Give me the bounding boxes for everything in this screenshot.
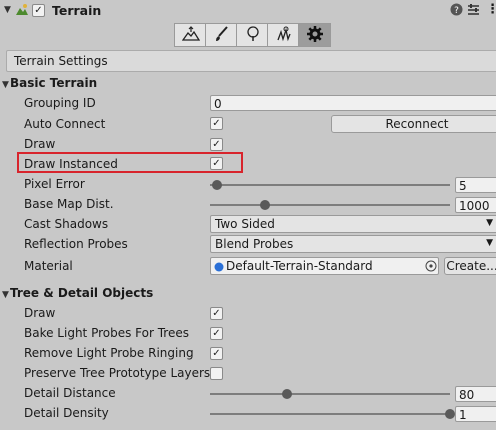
tree-detail-foldout-icon[interactable]: ▼	[2, 290, 9, 300]
settings-bar: Terrain Settings	[6, 50, 496, 72]
component-enabled-checkbox[interactable]: ✓	[32, 4, 45, 17]
auto-connect-checkbox[interactable]: ✓	[210, 117, 223, 130]
tree-draw-checkbox[interactable]: ✓	[210, 307, 223, 320]
cast-shadows-label: Cast Shadows	[24, 217, 109, 231]
bake-light-probes-checkbox[interactable]: ✓	[210, 327, 223, 340]
svg-text:?: ?	[454, 6, 459, 16]
grouping-id-field[interactable]: 0	[210, 95, 496, 111]
terrain-tool-toolbar	[174, 23, 332, 47]
create-material-button[interactable]: Create...	[444, 257, 496, 275]
pixel-error-slider[interactable]	[210, 184, 450, 186]
material-sphere-icon	[214, 261, 224, 275]
detail-density-slider[interactable]	[210, 413, 450, 415]
reflection-probes-dropdown[interactable]: Blend Probes ▼	[210, 235, 496, 253]
detail-distance-label: Detail Distance	[24, 386, 116, 400]
kebab-icon[interactable]: ⋮	[486, 2, 496, 17]
component-header: ▼ ✓ Terrain ? ⋮	[0, 0, 496, 22]
terrain-settings-button[interactable]	[298, 23, 331, 47]
presets-icon[interactable]	[467, 3, 480, 19]
bake-light-probes-label: Bake Light Probes For Trees	[24, 326, 189, 340]
detail-density-slider-thumb[interactable]	[445, 409, 455, 419]
preserve-layers-checkbox[interactable]	[210, 367, 223, 380]
paint-trees-button[interactable]	[236, 23, 269, 47]
paint-details-icon	[275, 26, 293, 45]
material-object-field[interactable]: Default-Terrain-Standard	[210, 257, 439, 275]
draw-checkbox[interactable]: ✓	[210, 138, 223, 151]
settings-gear-icon	[306, 25, 323, 45]
raise-lower-terrain-button[interactable]	[174, 23, 207, 47]
detail-distance-slider[interactable]	[210, 393, 450, 395]
base-map-dist-slider-thumb[interactable]	[260, 200, 271, 210]
tree-draw-label: Draw	[24, 306, 56, 320]
reconnect-button[interactable]: Reconnect	[331, 115, 496, 133]
dropdown-arrow-icon: ▼	[486, 238, 493, 248]
detail-density-label: Detail Density	[24, 406, 109, 420]
foldout-arrow-icon[interactable]: ▼	[4, 5, 11, 15]
draw-instanced-highlight	[17, 152, 243, 173]
basic-terrain-header: Basic Terrain	[10, 76, 98, 90]
base-map-dist-field[interactable]: 1000	[455, 197, 496, 213]
base-map-dist-slider[interactable]	[210, 204, 450, 206]
component-title: Terrain	[52, 3, 102, 18]
cast-shadows-dropdown[interactable]: Two Sided ▼	[210, 215, 496, 233]
terrain-icon	[15, 3, 29, 20]
dropdown-arrow-icon: ▼	[486, 218, 493, 228]
remove-ringing-checkbox[interactable]: ✓	[210, 347, 223, 360]
preserve-layers-label: Preserve Tree Prototype Layers	[24, 366, 211, 380]
tree-detail-header: Tree & Detail Objects	[10, 286, 154, 300]
pixel-error-slider-thumb[interactable]	[212, 180, 223, 190]
base-map-dist-label: Base Map Dist.	[24, 197, 114, 211]
detail-density-field[interactable]: 1	[455, 406, 496, 422]
draw-label: Draw	[24, 137, 56, 151]
paint-brush-icon	[213, 25, 231, 45]
detail-distance-slider-thumb[interactable]	[281, 389, 292, 399]
basic-terrain-foldout-icon[interactable]: ▼	[2, 80, 9, 90]
reflection-probes-label: Reflection Probes	[24, 237, 128, 251]
material-label: Material	[24, 259, 73, 273]
help-icon[interactable]: ?	[450, 3, 463, 19]
settings-bar-label: Terrain Settings	[14, 54, 108, 68]
paint-details-button[interactable]	[267, 23, 300, 47]
paint-trees-icon	[244, 25, 262, 45]
raise-lower-terrain-icon	[181, 25, 200, 45]
grouping-id-label: Grouping ID	[24, 96, 96, 110]
detail-distance-field[interactable]: 80	[455, 386, 496, 402]
pixel-error-field[interactable]: 5	[455, 177, 496, 193]
object-picker-icon[interactable]	[425, 260, 437, 275]
auto-connect-label: Auto Connect	[24, 117, 106, 131]
paint-texture-button[interactable]	[205, 23, 238, 47]
remove-ringing-label: Remove Light Probe Ringing	[24, 346, 194, 360]
pixel-error-label: Pixel Error	[24, 177, 85, 191]
